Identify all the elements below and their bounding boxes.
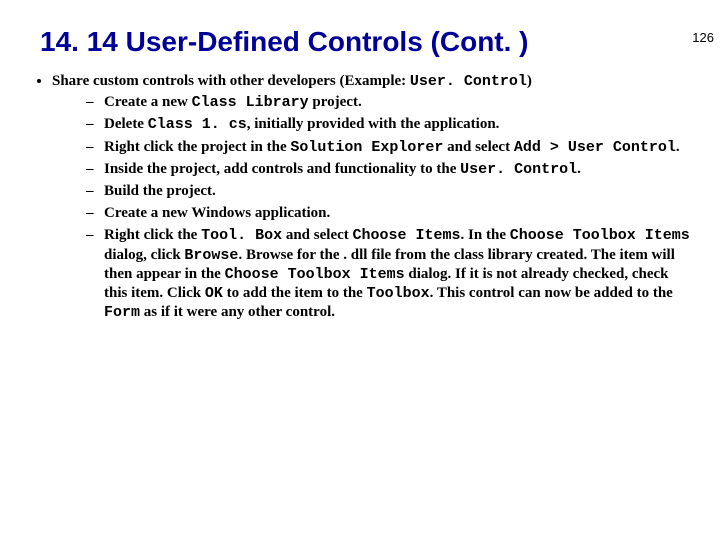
top-bullet: Share custom controls with other develop… bbox=[52, 72, 690, 322]
text: and select bbox=[282, 227, 352, 243]
code: Class Library bbox=[192, 94, 309, 111]
sub-bullet: Inside the project, add controls and fun… bbox=[86, 160, 690, 179]
slide-title: 14. 14 User-Defined Controls (Cont. ) bbox=[40, 26, 680, 58]
code: Choose Items bbox=[353, 227, 461, 244]
code: Choose Toolbox Items bbox=[225, 266, 405, 283]
text: to add the item to the bbox=[223, 285, 367, 301]
text: Create a new Windows application. bbox=[104, 205, 330, 221]
text: Build the project. bbox=[104, 183, 216, 199]
slide-content: Share custom controls with other develop… bbox=[30, 72, 690, 322]
text: and select bbox=[443, 139, 513, 155]
text: . In the bbox=[461, 227, 510, 243]
text: Right click the project in the bbox=[104, 139, 290, 155]
text: . bbox=[577, 161, 581, 177]
top-bullet-suffix: ) bbox=[527, 73, 532, 89]
code: Class 1. cs bbox=[148, 116, 247, 133]
code: Form bbox=[104, 304, 140, 321]
text: . bbox=[676, 139, 680, 155]
text: Right click the bbox=[104, 227, 201, 243]
text: Delete bbox=[104, 116, 148, 132]
sub-bullet: Right click the project in the Solution … bbox=[86, 138, 690, 157]
text: project. bbox=[309, 94, 362, 110]
text: as if it were any other control. bbox=[140, 304, 335, 320]
page-number: 126 bbox=[692, 30, 714, 45]
code: OK bbox=[205, 285, 223, 302]
sub-bullet: Right click the Tool. Box and select Cho… bbox=[86, 226, 690, 322]
sub-bullet: Delete Class 1. cs, initially provided w… bbox=[86, 115, 690, 134]
text: dialog, click bbox=[104, 247, 184, 263]
top-bullet-code: User. Control bbox=[410, 73, 527, 90]
sub-bullet: Create a new Class Library project. bbox=[86, 93, 690, 112]
code: Solution Explorer bbox=[290, 139, 443, 156]
text: , initially provided with the applicatio… bbox=[247, 116, 500, 132]
top-bullet-prefix: Share custom controls with other develop… bbox=[52, 73, 410, 89]
text: Create a new bbox=[104, 94, 192, 110]
text: . This control can now be added to the bbox=[430, 285, 673, 301]
code: Add > User Control bbox=[514, 139, 676, 156]
text: Inside the project, add controls and fun… bbox=[104, 161, 460, 177]
sub-bullet: Build the project. bbox=[86, 182, 690, 201]
code: Tool. Box bbox=[201, 227, 282, 244]
code: Browse bbox=[184, 247, 238, 264]
sub-bullet: Create a new Windows application. bbox=[86, 204, 690, 223]
code: Toolbox bbox=[367, 285, 430, 302]
code: User. Control bbox=[460, 161, 577, 178]
code: Choose Toolbox Items bbox=[510, 227, 690, 244]
